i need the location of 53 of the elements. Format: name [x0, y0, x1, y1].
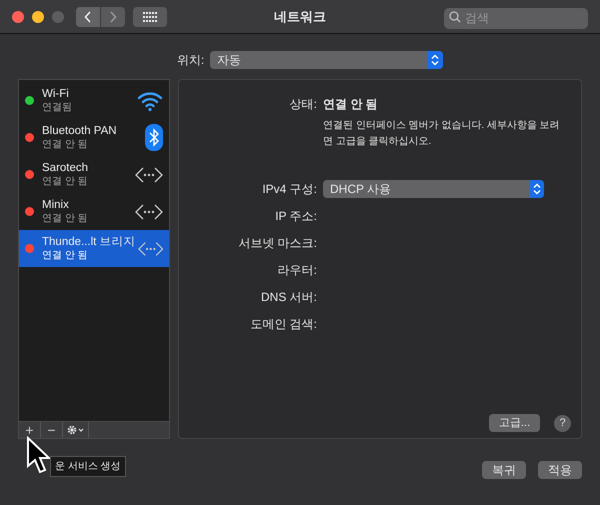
service-item[interactable]: Sarotech 연결 안 됨: [19, 156, 169, 193]
location-label: 위치:: [176, 52, 204, 69]
advanced-button[interactable]: 고급...: [488, 414, 540, 432]
ethernet-icon: [138, 240, 163, 258]
service-name: Bluetooth PAN: [42, 124, 118, 138]
service-status: 연결 안 됨: [42, 174, 89, 188]
minimize-icon[interactable]: [32, 10, 44, 22]
field-label: IP 주소:: [274, 208, 317, 225]
chevron-left-icon: [84, 10, 92, 22]
service-name: Minix: [42, 198, 70, 212]
cursor-icon: [26, 436, 52, 476]
footer-button[interactable]: 복귀: [482, 461, 526, 479]
service-item[interactable]: Thunde...lt 브리지 연결 안 됨: [19, 230, 169, 267]
status-label: 상태:: [288, 96, 317, 113]
wifi-icon: [137, 90, 163, 112]
gear-icon: [66, 425, 84, 435]
service-name: Sarotech: [42, 162, 90, 174]
footer-button[interactable]: 적용: [538, 461, 582, 479]
status-value: 연결 안 됨: [323, 96, 378, 113]
service-name: Wi-Fi: [42, 88, 70, 100]
service-status: 연결 안 됨: [42, 248, 89, 262]
field-label: 도메인 검색:: [249, 316, 317, 333]
service-item[interactable]: Wi-Fi 연결됨: [19, 82, 169, 119]
status-description: 연결된 인터페이스 멤버가 없습니다. 세부사항을 보려면 고급을 클릭하십시오.: [323, 119, 561, 149]
ipv4-select[interactable]: DHCP 사용: [323, 180, 544, 198]
field-label: 라우터:: [276, 262, 317, 279]
field-label: IPv4 구성:: [261, 181, 317, 198]
forward-button[interactable]: [101, 6, 125, 26]
remove-button[interactable]: −: [41, 422, 63, 438]
chevron-right-icon: [109, 10, 117, 22]
show-all-button[interactable]: [133, 6, 167, 26]
field-label: 서브넷 마스크:: [237, 235, 317, 252]
search-field[interactable]: 검색: [444, 8, 588, 28]
service-item[interactable]: Minix 연결 안 됨: [19, 193, 169, 230]
stepper-icon: [533, 183, 541, 195]
service-item[interactable]: Bluetooth PAN 연결 안 됨: [19, 119, 169, 156]
service-status: 연결됨: [42, 100, 73, 114]
stepper-icon: [431, 54, 440, 66]
bluetooth-icon: [145, 124, 163, 151]
field-label: DNS 서버:: [260, 289, 317, 306]
ethernet-icon: [135, 166, 163, 184]
grid-icon: [143, 12, 157, 22]
window-title: 네트워크: [274, 8, 326, 26]
location-select[interactable]: 자동: [210, 51, 444, 69]
close-icon[interactable]: [12, 10, 24, 22]
service-status: 연결 안 됨: [42, 138, 89, 150]
service-status: 연결 안 됨: [42, 212, 89, 224]
service-name: Thunde...lt 브리지: [42, 236, 136, 248]
search-icon: [449, 10, 461, 22]
help-button[interactable]: ?: [554, 414, 571, 432]
back-button[interactable]: [76, 6, 100, 26]
ethernet-icon: [135, 202, 163, 220]
tooltip: 운 서비스 생성: [50, 456, 126, 477]
